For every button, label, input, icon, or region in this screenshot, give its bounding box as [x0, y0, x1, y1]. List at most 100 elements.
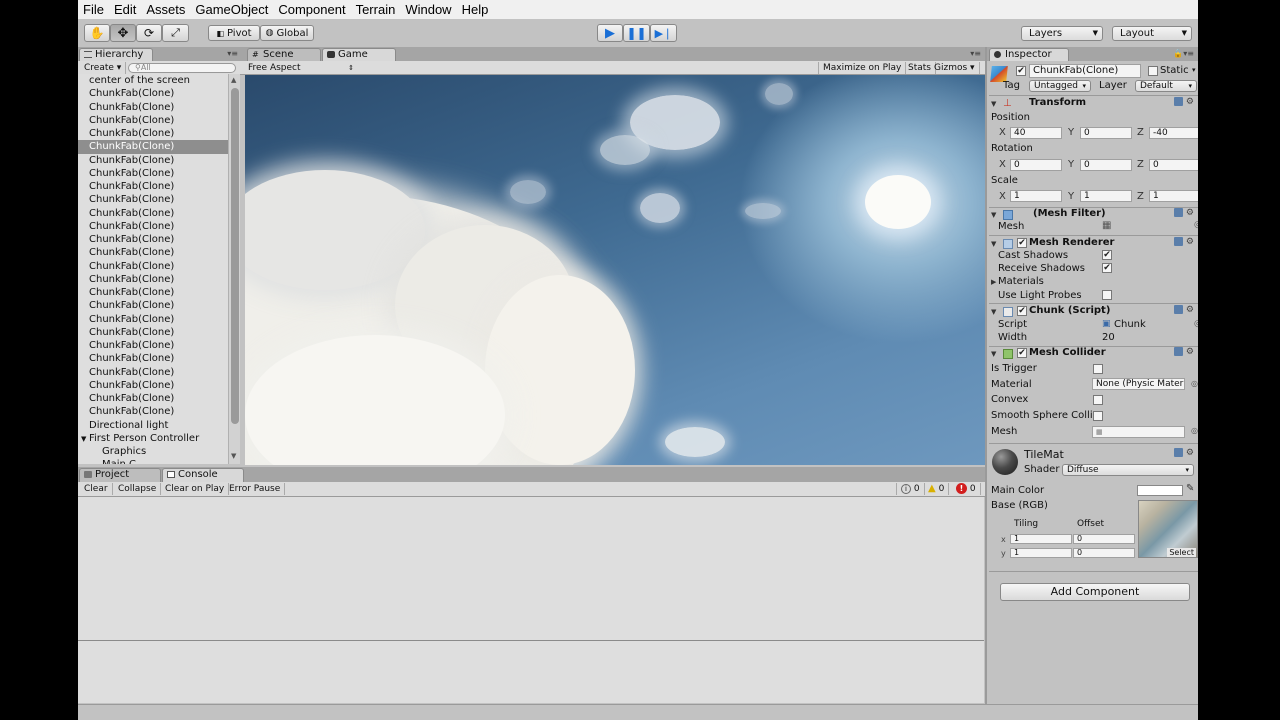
physic-material-field[interactable]: None (Physic Mater — [1092, 378, 1185, 390]
chunk-script-enabled-checkbox[interactable]: ✔ — [1017, 306, 1027, 316]
tiling-y-field[interactable]: 1 — [1010, 548, 1072, 558]
list-item[interactable]: Graphics — [78, 445, 228, 458]
component-settings[interactable]: ⚙ — [1173, 237, 1194, 247]
menu-component[interactable]: Component — [273, 0, 350, 19]
shader-dropdown[interactable]: Diffuse ▾ — [1062, 464, 1194, 476]
book-icon[interactable] — [1173, 448, 1183, 457]
gear-icon[interactable]: ⚙ — [1186, 97, 1194, 107]
rotation-z-field[interactable]: 0 — [1149, 159, 1198, 171]
tag-dropdown[interactable]: Untagged ▾ — [1029, 80, 1091, 92]
list-item[interactable]: ChunkFab(Clone) — [78, 366, 228, 379]
position-x-field[interactable]: 40 — [1010, 127, 1062, 139]
book-icon[interactable] — [1173, 208, 1183, 217]
rotation-y-field[interactable]: 0 — [1080, 159, 1132, 171]
book-icon[interactable] — [1173, 97, 1183, 106]
convex-checkbox[interactable] — [1093, 395, 1103, 405]
clear-button[interactable]: Clear — [80, 483, 113, 495]
panel-menu-icon[interactable]: ▾≡ — [970, 49, 981, 58]
rotate-tool-button[interactable]: ⟳ — [136, 24, 162, 42]
list-item[interactable]: ChunkFab(Clone) — [78, 220, 228, 233]
panel-menu-icon[interactable]: ▾≡ — [227, 49, 238, 58]
object-picker-icon[interactable]: ◎ — [1191, 426, 1198, 435]
scroll-up-icon[interactable]: ▲ — [231, 76, 236, 84]
step-button[interactable]: ▶❘ — [650, 24, 677, 42]
list-item[interactable]: ▼ First Person Controller — [78, 432, 228, 445]
scroll-down-icon[interactable]: ▼ — [231, 452, 236, 460]
book-icon[interactable] — [1173, 237, 1183, 246]
list-item[interactable]: ChunkFab(Clone) — [78, 299, 228, 312]
layout-dropdown[interactable]: Layout ▼ — [1112, 26, 1192, 41]
play-button[interactable]: ▶ — [597, 24, 623, 42]
width-value[interactable]: 20 — [1102, 332, 1115, 343]
receive-shadows-checkbox[interactable]: ✔ — [1102, 263, 1112, 273]
add-component-button[interactable]: Add Component — [1000, 583, 1190, 601]
list-item[interactable]: ChunkFab(Clone) — [78, 154, 228, 167]
scale-tool-button[interactable]: ⤢ — [162, 24, 189, 42]
foldout-icon[interactable]: ▼ — [991, 211, 996, 219]
chevron-down-icon[interactable]: ▾ — [1192, 66, 1196, 74]
list-item[interactable]: ChunkFab(Clone) — [78, 167, 228, 180]
log-count-toggle[interactable]: i 0 — [896, 483, 925, 495]
component-settings[interactable]: ⚙ — [1173, 347, 1194, 357]
tab-game[interactable]: Game — [322, 48, 396, 61]
select-texture-button[interactable]: Select — [1167, 548, 1196, 557]
materials-label[interactable]: Materials — [998, 276, 1044, 287]
list-item[interactable]: ChunkFab(Clone) — [78, 193, 228, 206]
menu-assets[interactable]: Assets — [141, 0, 190, 19]
menu-edit[interactable]: Edit — [109, 0, 141, 19]
mesh-collider-enabled-checkbox[interactable]: ✔ — [1017, 348, 1027, 358]
foldout-icon[interactable]: ▼ — [991, 350, 996, 358]
layers-dropdown[interactable]: Layers ▼ — [1021, 26, 1103, 41]
game-viewport[interactable] — [245, 75, 985, 465]
texture-thumbnail[interactable]: Select — [1138, 500, 1198, 558]
use-light-probes-checkbox[interactable] — [1102, 290, 1112, 300]
smooth-sphere-checkbox[interactable] — [1093, 411, 1103, 421]
foldout-icon[interactable]: ▼ — [991, 308, 996, 316]
list-item-selected[interactable]: ChunkFab(Clone) — [78, 140, 228, 154]
component-settings[interactable]: ⚙ — [1173, 208, 1194, 218]
foldout-icon[interactable]: ▼ — [991, 100, 996, 108]
eyedropper-icon[interactable]: ✎ — [1186, 483, 1194, 494]
list-item[interactable]: ChunkFab(Clone) — [78, 405, 228, 418]
tab-hierarchy[interactable]: Hierarchy — [79, 48, 153, 61]
list-item[interactable]: ChunkFab(Clone) — [78, 286, 228, 299]
offset-x-field[interactable]: 0 — [1073, 534, 1135, 544]
list-item[interactable]: ChunkFab(Clone) — [78, 352, 228, 365]
list-item[interactable]: ChunkFab(Clone) — [78, 392, 228, 405]
object-name-field[interactable]: ChunkFab(Clone) — [1029, 64, 1141, 78]
maximize-on-play-toggle[interactable]: Maximize on Play — [818, 62, 907, 74]
mesh-renderer-enabled-checkbox[interactable]: ✔ — [1017, 238, 1027, 248]
hierarchy-list[interactable]: center of the screen ChunkFab(Clone) Chunk… — [78, 74, 228, 464]
foldout-icon[interactable]: ▼ — [991, 240, 996, 248]
hierarchy-search-input[interactable]: ⚲All — [128, 63, 236, 73]
main-color-swatch[interactable] — [1137, 485, 1183, 496]
gear-icon[interactable]: ⚙ — [1186, 347, 1194, 357]
menu-help[interactable]: Help — [457, 0, 494, 19]
offset-y-field[interactable]: 0 — [1073, 548, 1135, 558]
list-item[interactable]: ChunkFab(Clone) — [78, 339, 228, 352]
list-item[interactable]: Main C... — [78, 458, 228, 464]
menu-window[interactable]: Window — [400, 0, 456, 19]
console-splitter[interactable] — [78, 640, 984, 641]
create-button[interactable]: Create ▾ — [80, 62, 127, 74]
list-item[interactable]: Directional light — [78, 419, 228, 432]
gear-icon[interactable]: ⚙ — [1186, 208, 1194, 218]
foldout-collapsed-icon[interactable]: ▶ — [991, 278, 996, 286]
move-tool-button[interactable]: ✥ — [110, 24, 136, 42]
list-item[interactable]: ChunkFab(Clone) — [78, 246, 228, 259]
hierarchy-scrollbar[interactable]: ▲ ▼ — [228, 74, 240, 464]
collider-mesh-field[interactable]: ▦ — [1092, 426, 1185, 438]
warning-count-toggle[interactable]: ▲ 0 — [924, 483, 950, 495]
menu-file[interactable]: File — [78, 0, 109, 19]
lock-icon[interactable]: 🔒▾≡ — [1173, 49, 1194, 58]
active-checkbox[interactable]: ✔ — [1016, 66, 1026, 76]
list-item[interactable]: ChunkFab(Clone) — [78, 313, 228, 326]
list-item[interactable]: ChunkFab(Clone) — [78, 114, 228, 127]
position-y-field[interactable]: 0 — [1080, 127, 1132, 139]
layer-dropdown[interactable]: Default ▾ — [1135, 80, 1197, 92]
list-item[interactable]: ChunkFab(Clone) — [78, 127, 228, 140]
object-picker-icon[interactable]: ◎ — [1191, 379, 1198, 388]
hand-tool-button[interactable]: ✋ — [84, 24, 110, 42]
aspect-dropdown[interactable]: Free Aspect ⇕ — [248, 62, 354, 74]
pivot-toggle[interactable]: ◧ Pivot — [208, 25, 260, 41]
